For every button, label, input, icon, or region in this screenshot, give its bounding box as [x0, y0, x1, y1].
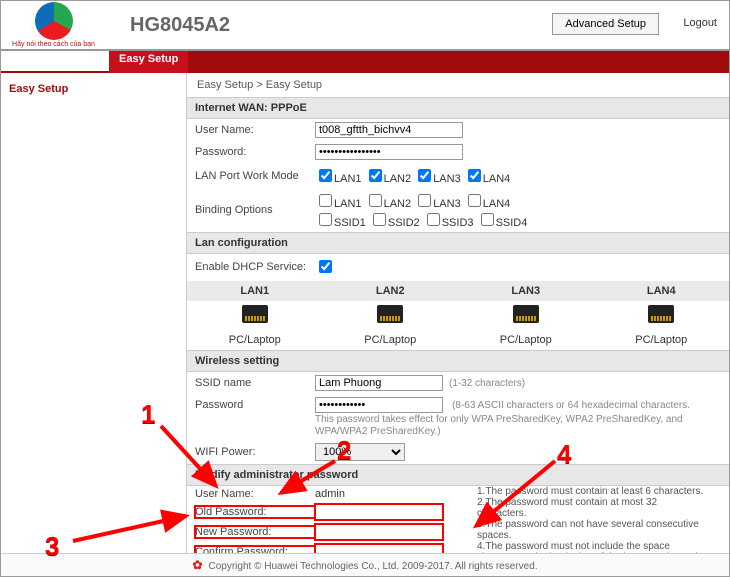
label-admin-user: User Name: [195, 488, 315, 500]
label-password: Password: [195, 146, 315, 158]
lan-port-table: LAN1LAN2LAN3LAN4 PC/LaptopPC/LaptopPC/La… [187, 281, 729, 350]
footer: ✿Copyright © Huawei Technologies Co., Lt… [1, 553, 729, 576]
dhcp-checkbox[interactable] [319, 260, 332, 273]
bind-lan1-checkbox[interactable] [319, 194, 332, 207]
rj45-icon [648, 305, 674, 323]
ssid-input[interactable] [315, 375, 443, 391]
password-rules: 1.The password must contain at least 6 c… [477, 486, 707, 556]
lanmode-lan1-checkbox[interactable] [319, 169, 332, 182]
model-title: HG8045A2 [130, 14, 230, 37]
label-new-password: New Password: [195, 526, 315, 538]
section-internet-wan: Internet WAN: PPPoE [187, 97, 729, 119]
tab-easy-setup[interactable]: Easy Setup [109, 50, 188, 73]
brand-logo: Hãy nói theo cách của bạn [1, 0, 106, 50]
bind-lan3-checkbox[interactable] [418, 194, 431, 207]
logout-link[interactable]: Logout [683, 17, 717, 29]
sidebar-item-easy-setup[interactable]: Easy Setup [9, 83, 178, 95]
huawei-logo-icon: ✿ [192, 558, 202, 572]
ssid-help: (1-32 characters) [449, 378, 525, 389]
bind-lan2-checkbox[interactable] [369, 194, 382, 207]
advanced-setup-button[interactable]: Advanced Setup [552, 13, 659, 35]
lanmode-lan4-checkbox[interactable] [468, 169, 481, 182]
bind-lan4-checkbox[interactable] [468, 194, 481, 207]
rj45-icon [377, 305, 403, 323]
bind-ssid1-checkbox[interactable] [319, 213, 332, 226]
wifi-power-select[interactable]: 100% [315, 443, 405, 461]
wan-username-input[interactable] [315, 122, 463, 138]
bind-ssid3-checkbox[interactable] [427, 213, 440, 226]
new-password-input[interactable] [315, 524, 443, 540]
rj45-icon [513, 305, 539, 323]
section-modify-admin-password: Modify administrator password [187, 464, 729, 486]
section-lan-config: Lan configuration [187, 232, 729, 254]
old-password-input[interactable] [315, 504, 443, 520]
label-old-password: Old Password: [195, 506, 315, 518]
admin-user-value: admin [315, 488, 345, 500]
label-wifi-power: WIFI Power: [195, 446, 315, 458]
bind-ssid2-checkbox[interactable] [373, 213, 386, 226]
label-ssid: SSID name [195, 377, 315, 389]
breadcrumb: Easy Setup > Easy Setup [187, 73, 729, 97]
rj45-icon [242, 305, 268, 323]
label-wifi-password: Password [195, 397, 315, 411]
label-dhcp: Enable DHCP Service: [195, 261, 315, 273]
label-lan-port-mode: LAN Port Work Mode [195, 170, 315, 182]
wifi-password-input[interactable] [315, 397, 443, 413]
wan-password-input[interactable] [315, 144, 463, 160]
lanmode-lan2-checkbox[interactable] [369, 169, 382, 182]
section-wireless: Wireless setting [187, 350, 729, 372]
label-binding: Binding Options [195, 204, 315, 216]
bind-ssid4-checkbox[interactable] [481, 213, 494, 226]
label-username: User Name: [195, 124, 315, 136]
lanmode-lan3-checkbox[interactable] [418, 169, 431, 182]
